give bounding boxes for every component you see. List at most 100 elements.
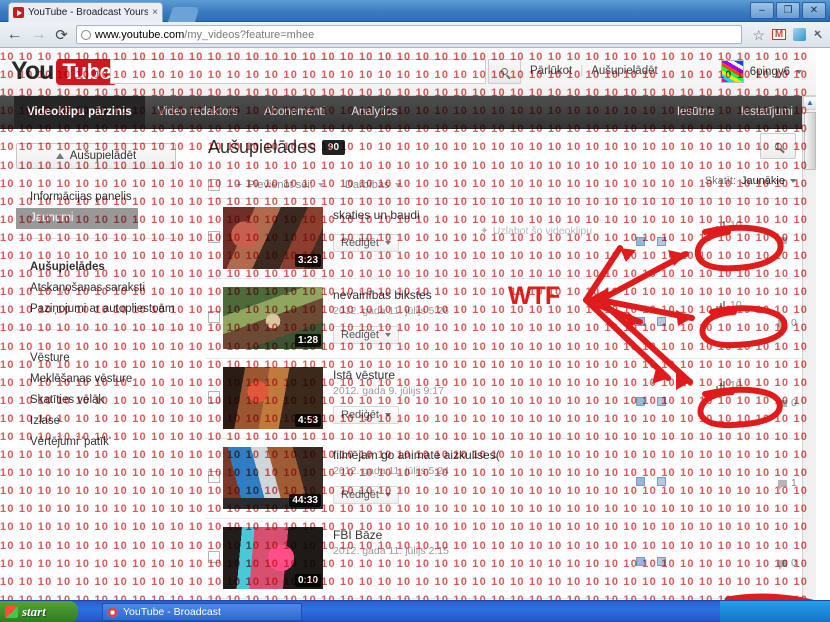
extension-icon[interactable] [793, 28, 807, 41]
minimize-button[interactable]: – [750, 2, 774, 19]
edit-label: Rediģēt [341, 409, 379, 421]
restore-button[interactable]: ❐ [776, 2, 800, 19]
sidebar-item-autoshare[interactable]: Paziņojumi ar autopliestoām [16, 299, 205, 320]
video-thumbnail[interactable]: 44:33 [223, 447, 323, 509]
sidebar-item-news[interactable]: Jaunumi [16, 208, 138, 229]
row-checkbox[interactable] [208, 231, 220, 243]
sidebar-item-dashboard[interactable]: Informācijas panelis [16, 187, 205, 208]
edit-button[interactable]: Rediģēt [333, 406, 399, 424]
new-tab-button[interactable] [167, 6, 201, 22]
chevron-down-icon [790, 179, 796, 183]
taskbar-task-youtube[interactable]: YouTube - Broadcast [102, 603, 302, 621]
page-title: Aušupielādes [208, 137, 317, 157]
tab-settings[interactable]: Iestatījumi [728, 96, 806, 129]
video-stats: 1 [632, 457, 802, 497]
sidebar-item-uploads[interactable]: Aušupielādes [16, 257, 205, 278]
table-row[interactable]: 44:33 filmējam go animate aizkulises( 20… [205, 439, 816, 519]
star-icon[interactable]: ☆ [753, 28, 766, 42]
tab-video-manager[interactable]: Videoklipu pārzinis [14, 96, 145, 129]
row-checkbox[interactable] [208, 551, 220, 563]
comments-value: 1 [791, 477, 797, 489]
address-bar[interactable]: www.youtube.com/my_videos?feature=mhee [76, 25, 742, 44]
video-thumbnail[interactable]: 1:28 [223, 287, 323, 349]
search-input-wrap[interactable] [110, 59, 486, 84]
wrench-menu-icon[interactable]: ✝ [810, 25, 828, 44]
edit-button[interactable]: Rediģēt [333, 234, 399, 252]
view-value: Jaunākie [740, 175, 785, 187]
page-scrollbar[interactable]: ▲ ▼ [802, 96, 816, 600]
video-title[interactable]: skaties un baudi [333, 208, 603, 222]
video-duration: 0:10 [294, 574, 321, 587]
upload-button[interactable]: Aušupielādēt [16, 143, 176, 169]
tab-analytics[interactable]: Analytics [338, 96, 410, 129]
video-thumbnail[interactable]: 3:23 [223, 207, 323, 269]
back-icon[interactable]: ← [6, 26, 23, 43]
user-menu[interactable]: 6pingy6 [720, 60, 802, 83]
video-title[interactable]: Istā vēsture [333, 368, 603, 382]
video-info: nevainības bikstes 2012. gada 11. jūlijs… [333, 288, 603, 344]
video-title[interactable]: nevainības bikstes [333, 288, 603, 302]
tab-inbox[interactable]: Iesūtne [664, 96, 728, 129]
video-title[interactable]: FBI Bāze [333, 528, 603, 542]
sidebar-item-watch-later[interactable]: Skatīties vēlāk [16, 390, 205, 411]
sidebar: Aušupielādēt Informācijas panelis Jaunum… [0, 129, 205, 600]
video-info: Istā vēsture 2012. gada 9. jūlijs 9:17 R… [333, 368, 603, 424]
tab-subscriptions[interactable]: Abonementi [251, 96, 338, 129]
tab-video-editor[interactable]: Video redaktors [145, 96, 251, 129]
table-row[interactable]: 3:23 skaties un baudi Rediģēt ✦ Uzlabot … [205, 199, 816, 279]
video-info: filmējam go animate aizkulises( 2012. ga… [333, 448, 603, 504]
sidebar-item-search-history[interactable]: Meklēšanas vēsture [16, 369, 205, 390]
browser-toolbar: ← → ⟳ www.youtube.com/my_videos?feature=… [0, 22, 830, 48]
sidebar-item-favorites[interactable]: Izlase [16, 411, 205, 432]
main-content: Aušupielādes 90 + Pievienot sei: Darbība… [205, 129, 816, 600]
table-row[interactable]: 4:53 Istā vēsture 2012. gada 9. jūlijs 9… [205, 359, 816, 439]
browser-tab[interactable]: YouTube - Broadcast Yourself × [8, 2, 163, 22]
sidebar-item-likes[interactable]: Vērtējumi 'patīk' [16, 432, 205, 453]
tab-title: YouTube - Broadcast Yourself [28, 7, 149, 18]
video-thumbnail[interactable]: 0:10 [223, 527, 323, 589]
gmail-icon[interactable]: M [772, 29, 787, 40]
enhance-video-link[interactable]: ✦ Uzlabot šo videoklipu [480, 225, 592, 237]
select-all-checkbox[interactable] [208, 178, 220, 191]
table-row[interactable]: 0:10 FBI Bāze 2012. gada 11. jūlijs 2:15 [205, 519, 816, 599]
rating-icons [636, 237, 666, 246]
row-checkbox[interactable] [208, 311, 220, 323]
row-checkbox[interactable] [208, 391, 220, 403]
search-input[interactable] [111, 60, 485, 83]
edit-label: Rediģēt [341, 237, 379, 249]
video-title[interactable]: filmējam go animate aizkulises( [333, 448, 603, 462]
upload-link[interactable]: Aušupielādēt [591, 65, 658, 77]
sidebar-item-playlists[interactable]: Atskaņošanas saraksti [16, 278, 205, 299]
video-thumbnail[interactable]: 4:53 [223, 367, 323, 429]
comments-value: 0 [791, 317, 797, 329]
browse-link[interactable]: Pārlūkot [530, 65, 572, 77]
system-tray [720, 601, 830, 622]
thumbs-down-icon [657, 237, 666, 246]
scroll-up-button[interactable]: ▲ [803, 96, 816, 110]
edit-button[interactable]: Rediģēt [333, 326, 399, 344]
close-window-button[interactable]: ✕ [802, 2, 826, 19]
rating-icons [636, 317, 666, 326]
search-button[interactable] [488, 59, 521, 84]
reload-icon[interactable]: ⟳ [54, 26, 69, 44]
url-text: www.youtube.com/my_videos?feature=mhee [95, 29, 314, 41]
video-date: 2012. gada 11. jūlijs 5:24 [333, 465, 449, 477]
close-tab-icon[interactable]: × [152, 7, 158, 18]
video-duration: 3:23 [294, 254, 321, 267]
forward-icon[interactable]: → [30, 26, 47, 43]
edit-button[interactable]: Rediģēt [333, 486, 399, 504]
start-button[interactable]: start [0, 601, 78, 622]
youtube-logo[interactable]: You Tube [11, 57, 118, 86]
globe-icon [81, 29, 91, 40]
chevron-down-icon [384, 493, 391, 497]
thumbs-down-icon [657, 477, 666, 486]
actions-button[interactable]: Darbības [336, 175, 410, 195]
view-selector[interactable]: Skatīt: Jaunākie [705, 175, 796, 187]
add-to-button[interactable]: + Pievienot sei: [227, 175, 333, 195]
upload-count-badge: 90 [322, 140, 346, 155]
thumbs-down-icon [657, 397, 666, 406]
scrollbar-thumb[interactable] [804, 112, 816, 170]
row-checkbox[interactable] [208, 471, 220, 483]
list-search-button[interactable] [760, 133, 796, 159]
sidebar-item-history[interactable]: Vēsture [16, 348, 205, 369]
